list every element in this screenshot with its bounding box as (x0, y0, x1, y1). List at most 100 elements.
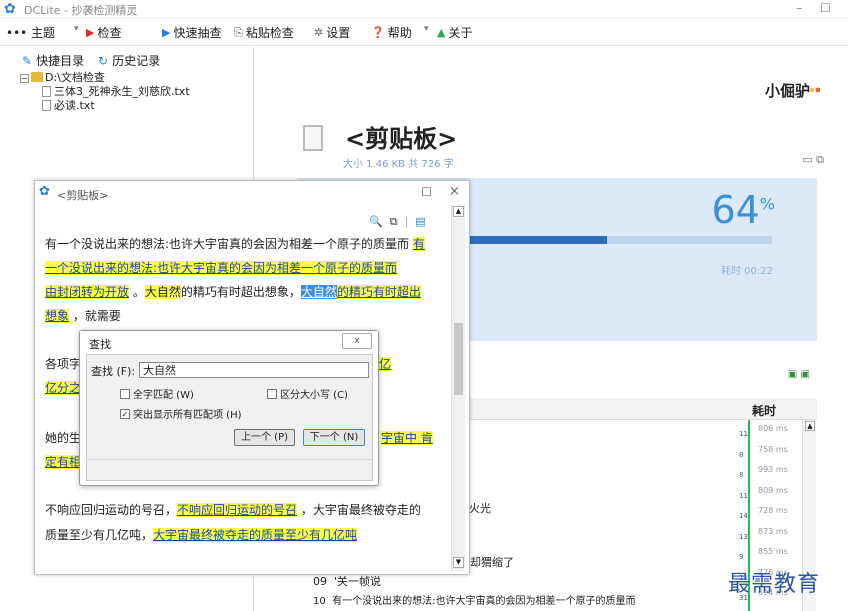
copy-icon[interactable]: ⧉ (816, 153, 824, 166)
check-icon[interactable]: ✓ (120, 408, 130, 419)
tab-history-label: 历史记录 (112, 54, 161, 68)
close-button[interactable]: × (449, 184, 460, 199)
row-number: 10 (313, 596, 326, 607)
match-text: 宇宙中 (381, 431, 421, 445)
text-line: 质量至少有几亿吨，大宇宙最终被夺走的质量至少有几亿吨 (45, 524, 358, 546)
find-input[interactable] (139, 362, 369, 378)
folder-icon (31, 72, 43, 82)
text-line: 定有相 (45, 451, 82, 473)
search-icon[interactable]: 🔍 (369, 215, 383, 229)
match-text: 一个没说出来的想法:也许大宇宙真的会因为相差一个原子的质量而 (45, 261, 398, 275)
scroll-up-button[interactable]: ▲ (453, 206, 464, 217)
elapsed-value: 855 ms (758, 547, 788, 556)
match-case-checkbox[interactable]: 区分大小写 (C) (267, 386, 348, 401)
row-text: 有一个没说出来的想法:也许大宇宙真的会因为相差一个原子的质量而 (332, 596, 636, 607)
scroll-thumb[interactable] (454, 323, 463, 395)
status-dots-icon (810, 87, 820, 93)
match-text: 肯 (420, 431, 433, 445)
plain-text: 各项字 (45, 357, 82, 371)
tab-quick-directory[interactable]: ✎ 快捷目录 (22, 52, 84, 69)
find-label: 查找 (F): (91, 365, 136, 378)
app-window: ✿ DCLite - 抄袭检测精灵 – ☐ ••• 主题 ▾ ▶ 检查 ▶ 快速抽查… (0, 0, 848, 611)
tree-file-label: 三体3_死神永生_刘慈欣.txt (54, 85, 190, 98)
count-value: 11 (739, 491, 748, 500)
find-next-button[interactable]: 下一个 (N) (303, 429, 365, 446)
history-icon: ↻ (98, 53, 109, 68)
plain-text: ，大宇宙最终被夺走的 (297, 503, 421, 517)
percent-number: 64 (711, 188, 760, 232)
theme-menu[interactable]: ••• 主题 (6, 24, 55, 41)
table-row[interactable]: 10 有一个没说出来的想法:也许大宇宙真的会因为相差一个原子的质量而 (313, 592, 635, 607)
settings-button[interactable]: ✲ 设置 (314, 24, 350, 41)
elapsed-value: 809 ms (758, 485, 788, 495)
match-text: 不响应回归运动的号召 (177, 503, 298, 517)
collapse-icon[interactable]: − (20, 74, 29, 83)
text-line: 由封闭转为开放 。大自然的精巧有时超出想象，大自然的精巧有时超出 (45, 281, 421, 303)
about-button[interactable]: ▲ 关于 (437, 24, 472, 41)
plain-text: 。 (129, 285, 145, 299)
quick-check-label: 快速抽查 (173, 26, 222, 40)
title-bar: ✿ DCLite - 抄袭检测精灵 – ☐ (0, 0, 848, 18)
count-value: 13 (739, 532, 748, 541)
clipboard-window-title: <剪贴板> (57, 189, 109, 202)
edit-icon: ✎ (22, 53, 33, 68)
tree-file[interactable]: 三体3_死神永生_刘慈欣.txt (20, 85, 190, 99)
scroll-up-button[interactable]: ▲ (805, 421, 815, 431)
column-elapsed[interactable]: 耗时 (752, 402, 776, 419)
table-row-text: 却猬缩了 (470, 556, 514, 569)
elapsed-time: 耗时 00:22 (721, 266, 773, 277)
export-icon[interactable]: ▣ (801, 369, 810, 380)
match-case-label: 区分大小写 (C) (280, 390, 348, 401)
count-value: 8 (739, 450, 744, 459)
whole-word-checkbox[interactable]: 全字匹配 (W) (120, 386, 194, 401)
folder-icon[interactable]: ▭ (802, 153, 812, 166)
chevron-down-icon[interactable]: ▾ (74, 24, 79, 34)
maximize-button[interactable]: ☐ (421, 185, 432, 199)
plain-text: 的精巧有时超出想象， (180, 285, 301, 299)
export-icon[interactable]: ▤ (415, 215, 425, 229)
copy-icon[interactable]: ⧉ (390, 215, 398, 229)
checkbox-box[interactable] (120, 388, 130, 399)
quick-check-button[interactable]: ▶ 快速抽查 (162, 24, 221, 41)
export-icons: ▣ ▣ (788, 369, 810, 380)
play-icon: ▶ (162, 26, 171, 39)
help-button[interactable]: ❓ 帮助 (371, 24, 412, 41)
count-value: 9 (739, 553, 744, 561)
tree-root[interactable]: − D:\文档检查 (20, 71, 190, 85)
whole-word-label: 全字匹配 (W) (133, 390, 194, 401)
file-icon (42, 86, 51, 97)
clipboard-scrollbar[interactable]: ▲ ▼ (451, 205, 465, 571)
progress-fill (467, 236, 608, 244)
tab-quick-label: 快捷目录 (36, 54, 85, 68)
plain-text: 不响应回归运动的号召， (45, 503, 178, 517)
tree-file[interactable]: 必读.txt (20, 99, 190, 113)
find-dialog-header: 查找 ⅹ (80, 331, 378, 353)
highlight-all-label: 突出显示所有匹配项 (H) (133, 410, 242, 421)
table-row[interactable]: 09 '关一帧说 (313, 573, 381, 589)
minimize-button[interactable]: – (796, 1, 802, 15)
tree-root-label: D:\文档检查 (45, 71, 105, 84)
find-status-bar (87, 459, 372, 481)
text-line: 不响应回归运动的号召，不响应回归运动的号召 ，大宇宙最终被夺走的 (45, 499, 421, 521)
paste-check-button[interactable]: ⎘ 粘贴检查 (234, 24, 294, 41)
scroll-down-button[interactable]: ▼ (453, 557, 464, 568)
chevron-down-icon[interactable]: ▾ (424, 24, 429, 34)
match-text: 的精巧有时超出 (336, 285, 421, 299)
user-name: 小倔驴 (764, 82, 810, 100)
maximize-button[interactable]: ☐ (820, 1, 831, 15)
toolbar-divider: | (404, 215, 409, 228)
find-dialog-body: 查找 (F): 全字匹配 (W) 区分大小写 (C) ✓突出显示所有匹配项 (H… (86, 354, 373, 481)
export-icon[interactable]: ▣ (788, 369, 797, 380)
clipboard-tools: 🔍 ⧉ | ▤ (369, 215, 426, 229)
search-hit: 大自然 (144, 285, 181, 299)
check-button[interactable]: ▶ 检查 (86, 24, 121, 41)
checkbox-box[interactable] (267, 388, 277, 399)
table-row-text: 火光 (469, 502, 491, 515)
find-previous-button[interactable]: 上一个 (P) (234, 429, 295, 446)
document-title: <剪贴板> (345, 125, 458, 153)
tab-history[interactable]: ↻ 历史记录 (98, 52, 160, 69)
close-button[interactable]: ⅹ (342, 333, 372, 349)
plain-text: ，就需要 (69, 309, 121, 323)
paste-check-label: 粘贴检查 (245, 26, 294, 40)
highlight-all-checkbox[interactable]: ✓ 突出显示所有匹配项 (H) (120, 406, 242, 421)
